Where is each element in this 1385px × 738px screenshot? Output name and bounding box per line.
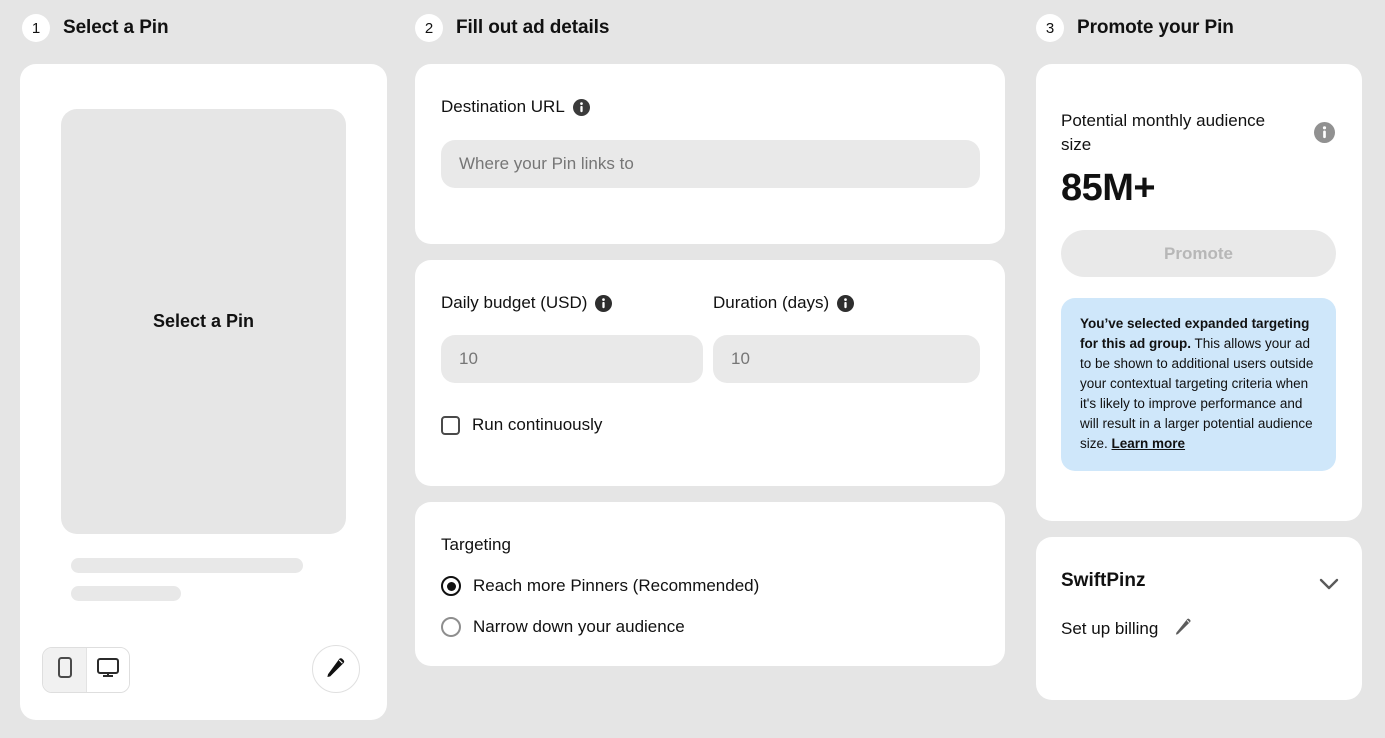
audience-size-card: Potential monthly audience size 85M+ Pro… bbox=[1036, 64, 1362, 521]
destination-url-card: Destination URL bbox=[415, 64, 1005, 244]
targeting-title: Targeting bbox=[441, 535, 511, 554]
duration-input-wrapper bbox=[713, 335, 980, 383]
targeting-option-narrow-audience[interactable]: Narrow down your audience bbox=[441, 617, 685, 637]
daily-budget-input[interactable] bbox=[441, 335, 703, 383]
step-number-2: 2 bbox=[415, 14, 443, 42]
desktop-monitor-icon bbox=[97, 658, 119, 682]
step-number-3: 3 bbox=[1036, 14, 1064, 42]
step-label-2: Fill out ad details bbox=[456, 17, 610, 38]
step-number-1: 1 bbox=[22, 14, 50, 42]
setup-billing-row[interactable]: Set up billing bbox=[1061, 617, 1193, 641]
budget-card: Daily budget (USD) Duration (days) 10 10… bbox=[415, 260, 1005, 486]
step-label-3: Promote your Pin bbox=[1077, 17, 1234, 38]
chevron-down-icon[interactable] bbox=[1319, 578, 1339, 596]
device-toggle-mobile[interactable] bbox=[43, 648, 86, 692]
pencil-edit-icon[interactable] bbox=[1174, 617, 1193, 641]
daily-budget-label: Daily budget (USD) bbox=[441, 293, 588, 312]
notice-body: This allows your ad to be shown to addit… bbox=[1080, 336, 1314, 451]
mobile-phone-icon bbox=[57, 657, 72, 683]
duration-label-row: Duration (days) bbox=[713, 293, 855, 313]
skeleton-line-title bbox=[71, 558, 303, 573]
destination-url-label: Destination URL bbox=[441, 97, 565, 116]
account-card: SwiftPinz Set up billing bbox=[1036, 537, 1362, 700]
step-label-1: Select a Pin bbox=[63, 17, 169, 38]
step-header-2: 2 Fill out ad details bbox=[415, 14, 609, 42]
audience-size-value: 85M+ bbox=[1061, 167, 1156, 209]
pencil-edit-icon bbox=[325, 656, 347, 683]
info-circle-icon[interactable] bbox=[1314, 122, 1335, 143]
run-continuously-label: Run continuously bbox=[472, 415, 603, 434]
step-header-1: 1 Select a Pin bbox=[22, 14, 169, 42]
duration-label: Duration (days) bbox=[713, 293, 830, 312]
duration-input[interactable] bbox=[713, 335, 980, 383]
pin-image-placeholder[interactable]: Select a Pin bbox=[61, 109, 346, 534]
info-circle-icon[interactable] bbox=[595, 294, 613, 312]
destination-url-label-row: Destination URL bbox=[441, 97, 590, 117]
setup-billing-label: Set up billing bbox=[1061, 619, 1159, 638]
device-preview-toggle[interactable] bbox=[42, 647, 130, 693]
skeleton-line-subtitle bbox=[71, 586, 181, 601]
daily-budget-label-row: Daily budget (USD) bbox=[441, 293, 613, 313]
pin-placeholder-label: Select a Pin bbox=[152, 311, 255, 331]
targeting-option-label: Narrow down your audience bbox=[473, 617, 685, 636]
pin-preview-card: Select a Pin bbox=[20, 64, 387, 720]
destination-url-input-wrapper bbox=[441, 140, 980, 188]
radio-button-selected[interactable] bbox=[441, 576, 461, 596]
radio-button-unselected[interactable] bbox=[441, 617, 461, 637]
targeting-option-label: Reach more Pinners (Recommended) bbox=[473, 576, 760, 595]
info-circle-icon[interactable] bbox=[837, 294, 855, 312]
expanded-targeting-notice: You’ve selected expanded targeting for t… bbox=[1061, 298, 1336, 471]
daily-budget-input-wrapper bbox=[441, 335, 703, 383]
promote-button[interactable]: Promote bbox=[1061, 230, 1336, 277]
learn-more-link[interactable]: Learn more bbox=[1112, 436, 1186, 451]
device-toggle-desktop[interactable] bbox=[86, 648, 129, 692]
run-continuously-checkbox[interactable] bbox=[441, 415, 460, 435]
promote-pin-page: 1 Select a Pin 2 Fill out ad details 3 P… bbox=[0, 0, 1385, 738]
targeting-option-reach-more-pinners[interactable]: Reach more Pinners (Recommended) bbox=[441, 576, 759, 596]
account-name: SwiftPinz bbox=[1061, 570, 1146, 591]
targeting-card: Targeting Reach more Pinners (Recommende… bbox=[415, 502, 1005, 666]
edit-pin-button[interactable] bbox=[312, 645, 360, 693]
destination-url-input[interactable] bbox=[441, 140, 980, 188]
info-circle-icon[interactable] bbox=[572, 98, 590, 116]
audience-size-label: Potential monthly audience size bbox=[1061, 111, 1266, 154]
step-header-3: 3 Promote your Pin bbox=[1036, 14, 1234, 42]
run-continuously-row[interactable]: Run continuously bbox=[441, 415, 602, 435]
